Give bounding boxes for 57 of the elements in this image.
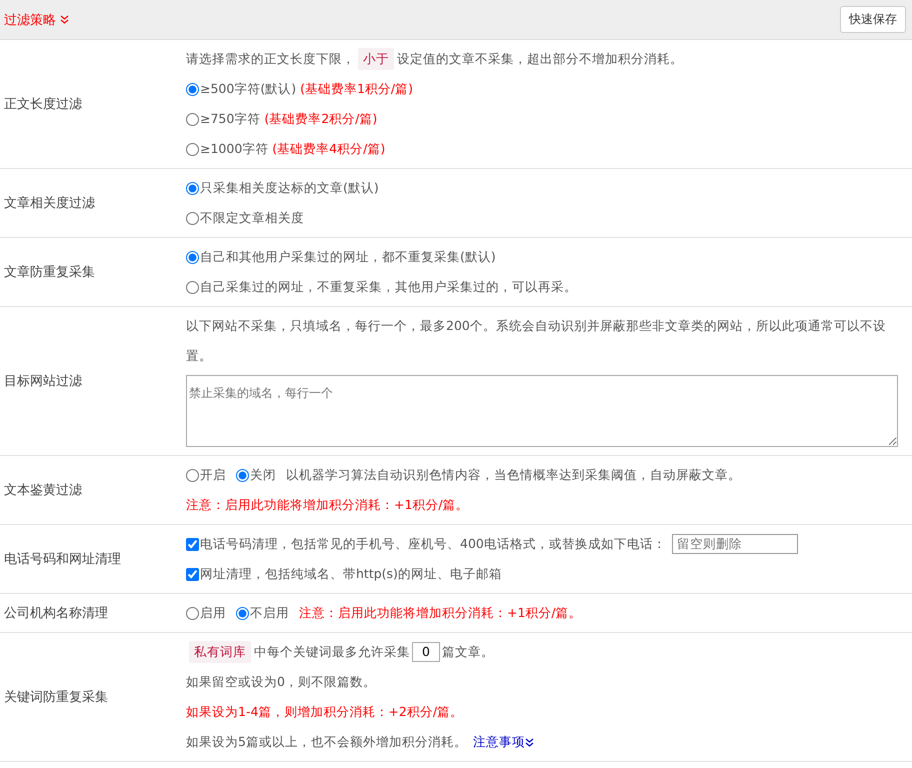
fee-note: (基础费率1积分/篇): [300, 80, 414, 98]
checkbox-option[interactable]: 电话号码清理，包括常见的手机号、座机号、400电话格式，或替换成如下电话：: [186, 529, 666, 559]
radio-button[interactable]: [186, 606, 199, 620]
radio-option[interactable]: 自己和其他用户采集过的网址，都不重复采集(默认): [186, 242, 496, 272]
fee-note: (基础费率2积分/篇): [264, 110, 378, 128]
radio-option[interactable]: 启用: [186, 598, 226, 628]
radio-option[interactable]: ≥750字符: [186, 104, 260, 134]
description-text: 中每个关键词最多允许采集: [254, 643, 410, 661]
checkbox[interactable]: [186, 538, 199, 550]
setting-label: 正文长度过滤: [3, 96, 83, 114]
highlight-tag: 私有词库: [189, 641, 251, 663]
highlight-tag: 小于: [358, 48, 394, 70]
radio-button[interactable]: [186, 112, 199, 126]
domain-textarea[interactable]: 禁止采集的域名，每行一个: [186, 375, 898, 447]
setting-label: 文章相关度过滤: [3, 195, 96, 213]
radio-option[interactable]: 不限定文章相关度: [186, 203, 304, 233]
description-text: 如果留空或设为0，则不限篇数。: [186, 673, 376, 691]
setting-label: 公司机构名称清理: [3, 605, 109, 623]
description-text: 篇文章。: [442, 643, 494, 661]
double-chevron-icon: [60, 15, 69, 24]
radio-option[interactable]: 关闭: [236, 460, 276, 490]
description-text: 以下网站不采集，只填域名，每行一个，最多200个。系统会自动识别并屏蔽那些非文章类的网站，所以此项通常可以不设置。: [186, 317, 887, 365]
phone-field[interactable]: 留空则删除: [672, 534, 798, 554]
radio-button[interactable]: [186, 142, 199, 156]
radio-button[interactable]: [186, 468, 199, 482]
double-chevron-icon: [524, 738, 534, 746]
radio-button[interactable]: [236, 468, 249, 482]
warning-text: 如果设为1-4篇，则增加积分消耗：+2积分/篇。: [186, 703, 464, 721]
description-text: 如果设为5篇或以上，也不会额外增加积分消耗。: [186, 733, 467, 751]
warning-text: 注意：启用此功能将增加积分消耗：+1积分/篇。: [299, 604, 582, 622]
radio-button[interactable]: [186, 280, 199, 294]
radio-button[interactable]: [186, 182, 199, 194]
radio-button[interactable]: [186, 82, 199, 96]
setting-label: 目标网站过滤: [3, 373, 83, 391]
setting-label: 文章防重复采集: [3, 264, 96, 282]
description-text: 设定值的文章不采集，超出部分不增加积分消耗。: [397, 50, 683, 68]
checkbox-option[interactable]: 网址清理，包括纯域名、带http(s)的网址、电子邮箱: [186, 559, 502, 589]
quick-save-button[interactable]: 快速保存: [840, 6, 906, 33]
notes-link[interactable]: 注意事项: [472, 727, 534, 757]
radio-option[interactable]: 不启用: [236, 598, 289, 628]
radio-option[interactable]: 开启: [186, 460, 226, 490]
description-text: 以机器学习算法自动识别色情内容，当色情概率达到采集阈值，自动屏蔽文章。: [286, 466, 741, 484]
radio-button[interactable]: [186, 250, 199, 264]
description-text: 请选择需求的正文长度下限，: [186, 50, 355, 68]
radio-button[interactable]: [236, 606, 249, 620]
radio-option[interactable]: 只采集相关度达标的文章(默认): [186, 173, 379, 203]
count-field[interactable]: 0: [412, 642, 440, 662]
setting-label: 电话号码和网址清理: [3, 551, 122, 569]
fee-note: (基础费率4积分/篇): [272, 140, 386, 158]
radio-option[interactable]: ≥1000字符: [186, 134, 268, 164]
radio-button[interactable]: [186, 212, 199, 224]
radio-option[interactable]: ≥500字符(默认): [186, 74, 296, 104]
warning-text: 注意：启用此功能将增加积分消耗：+1积分/篇。: [186, 496, 469, 514]
radio-option[interactable]: 自己采集过的网址，不重复采集，其他用户采集过的，可以再采。: [186, 272, 577, 302]
checkbox[interactable]: [186, 568, 199, 580]
setting-label: 文本鉴黄过滤: [3, 482, 83, 500]
setting-label: 关键词防重复采集: [3, 689, 109, 707]
